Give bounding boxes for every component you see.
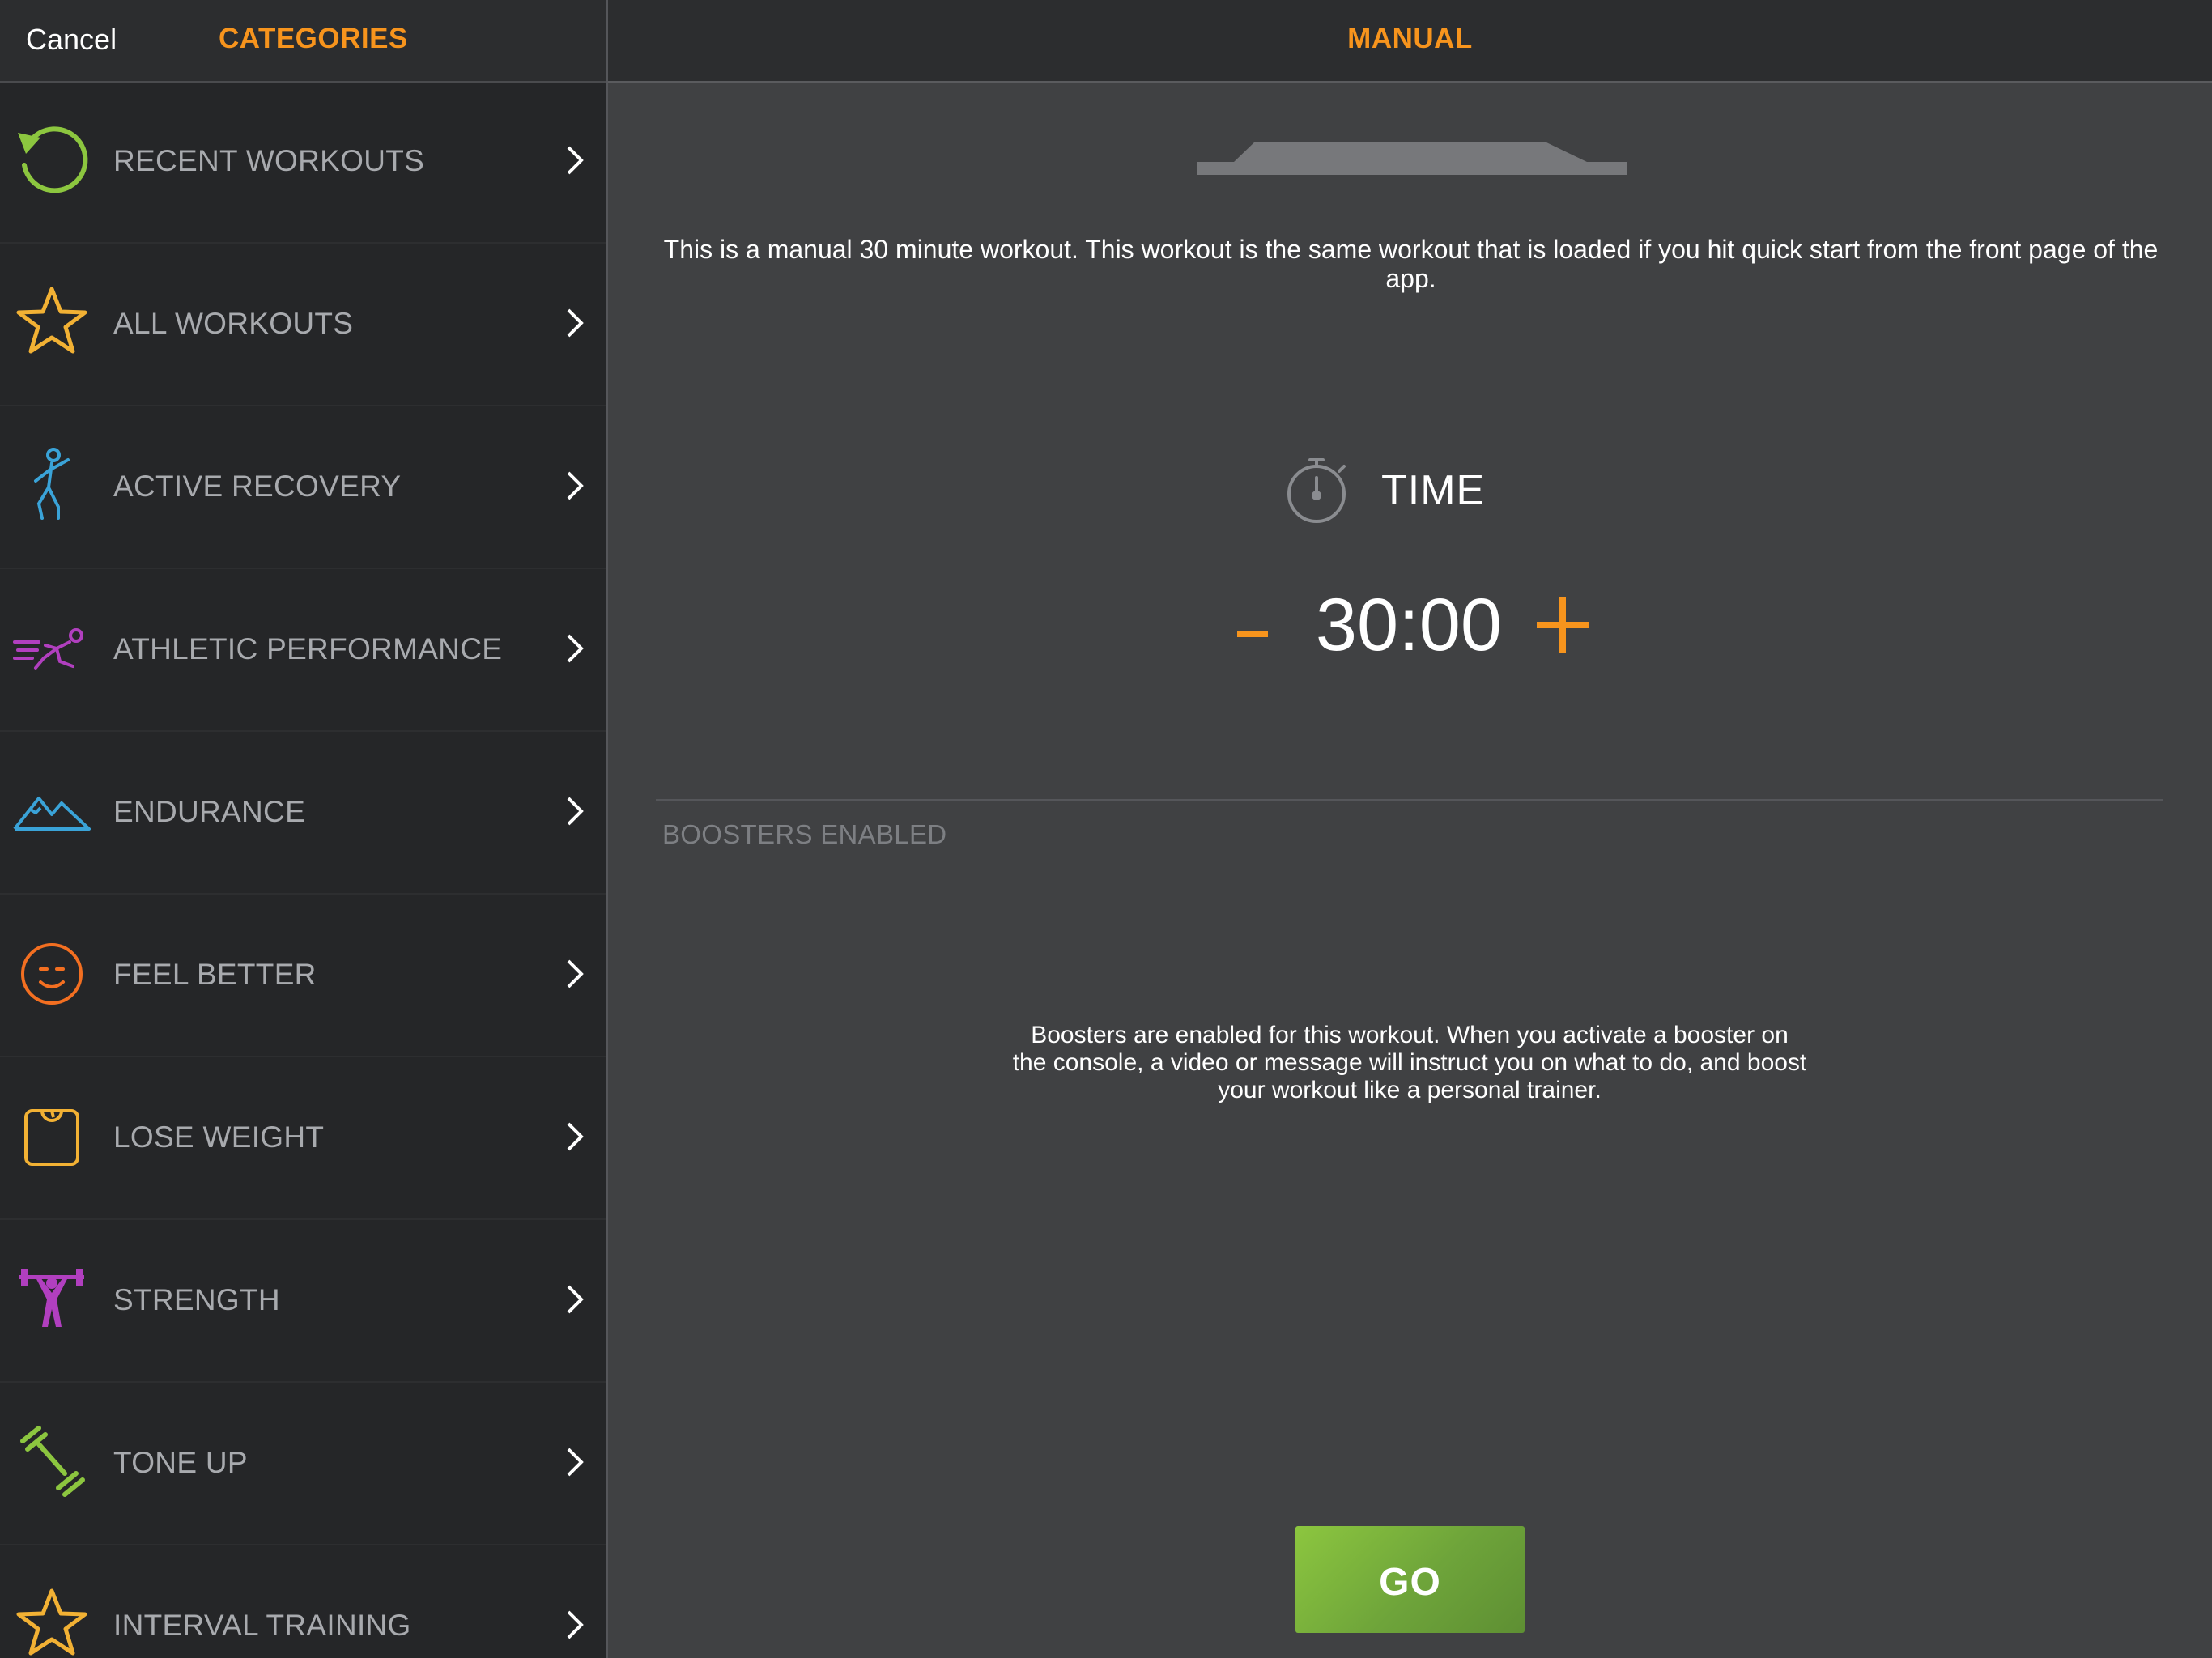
detail-header: MANUAL bbox=[608, 0, 2212, 83]
category-item-interval-training[interactable]: INTERVAL TRAINING bbox=[0, 1545, 606, 1658]
category-label: TONE UP bbox=[113, 1446, 248, 1479]
categories-panel: Cancel CATEGORIES RECENT WORKOUTS ALL WO… bbox=[0, 0, 606, 1658]
star-icon bbox=[11, 1583, 92, 1658]
smiling-face-icon bbox=[11, 932, 92, 1013]
chevron-right-icon bbox=[559, 793, 591, 829]
category-item-strength[interactable]: STRENGTH bbox=[0, 1220, 606, 1383]
chevron-right-icon bbox=[559, 468, 591, 504]
star-icon bbox=[11, 281, 92, 362]
category-label: STRENGTH bbox=[113, 1283, 280, 1316]
category-item-endurance[interactable]: ENDURANCE bbox=[0, 732, 606, 895]
category-label: LOSE WEIGHT bbox=[113, 1120, 325, 1154]
categories-title: CATEGORIES bbox=[219, 23, 408, 54]
cancel-button[interactable]: Cancel bbox=[26, 23, 117, 57]
minus-icon bbox=[1237, 631, 1268, 637]
go-button-label: GO bbox=[1379, 1561, 1441, 1604]
category-item-lose-weight[interactable]: LOSE WEIGHT bbox=[0, 1057, 606, 1220]
category-item-athletic-performance[interactable]: ATHLETIC PERFORMANCE bbox=[0, 569, 606, 732]
time-value: 30:00 bbox=[1315, 584, 1503, 666]
categories-header: Cancel CATEGORIES bbox=[0, 0, 606, 83]
weightlifter-icon bbox=[11, 1257, 92, 1338]
chevron-right-icon bbox=[559, 1444, 591, 1480]
category-label: ALL WORKOUTS bbox=[113, 307, 354, 340]
category-label: ACTIVE RECOVERY bbox=[113, 470, 402, 503]
chevron-right-icon bbox=[559, 142, 591, 178]
chevron-right-icon bbox=[559, 1607, 591, 1643]
chevron-right-icon bbox=[559, 631, 591, 666]
history-icon bbox=[11, 118, 92, 199]
category-label: ENDURANCE bbox=[113, 795, 306, 828]
plus-icon-vertical bbox=[1559, 597, 1566, 653]
workout-description: This is a manual 30 minute workout. This… bbox=[663, 235, 2159, 293]
boosters-description: Boosters are enabled for this workout. W… bbox=[1012, 1022, 1807, 1103]
category-item-all-workouts[interactable]: ALL WORKOUTS bbox=[0, 244, 606, 406]
boosters-title: BOOSTERS ENABLED bbox=[662, 819, 947, 849]
section-divider bbox=[656, 799, 2163, 801]
category-list: RECENT WORKOUTS ALL WORKOUTS ACTIVE RECO… bbox=[0, 81, 606, 1658]
time-label: TIME bbox=[1381, 467, 1486, 514]
category-label: FEEL BETTER bbox=[113, 958, 317, 991]
mountains-icon bbox=[11, 769, 92, 850]
chevron-right-icon bbox=[559, 956, 591, 992]
stretching-person-icon bbox=[11, 444, 92, 525]
go-button[interactable]: GO bbox=[1295, 1526, 1525, 1633]
increase-time-button[interactable] bbox=[1537, 597, 1589, 653]
category-label: RECENT WORKOUTS bbox=[113, 144, 425, 177]
category-label: INTERVAL TRAINING bbox=[113, 1609, 411, 1642]
dumbbell-icon bbox=[11, 1420, 92, 1501]
decrease-time-button[interactable] bbox=[1232, 579, 1274, 652]
category-item-recent-workouts[interactable]: RECENT WORKOUTS bbox=[0, 81, 606, 244]
chevron-right-icon bbox=[559, 305, 591, 341]
workout-profile-graphic bbox=[1197, 138, 1627, 178]
category-item-feel-better[interactable]: FEEL BETTER bbox=[0, 895, 606, 1057]
sprinter-icon bbox=[11, 606, 92, 687]
category-item-active-recovery[interactable]: ACTIVE RECOVERY bbox=[0, 406, 606, 569]
category-label: ATHLETIC PERFORMANCE bbox=[113, 632, 503, 665]
scale-icon bbox=[11, 1095, 92, 1175]
category-item-tone-up[interactable]: TONE UP bbox=[0, 1383, 606, 1545]
stopwatch-icon bbox=[1284, 453, 1352, 526]
panel-divider bbox=[606, 0, 608, 1658]
chevron-right-icon bbox=[559, 1282, 591, 1317]
chevron-right-icon bbox=[559, 1119, 591, 1154]
detail-title: MANUAL bbox=[1347, 23, 1473, 54]
